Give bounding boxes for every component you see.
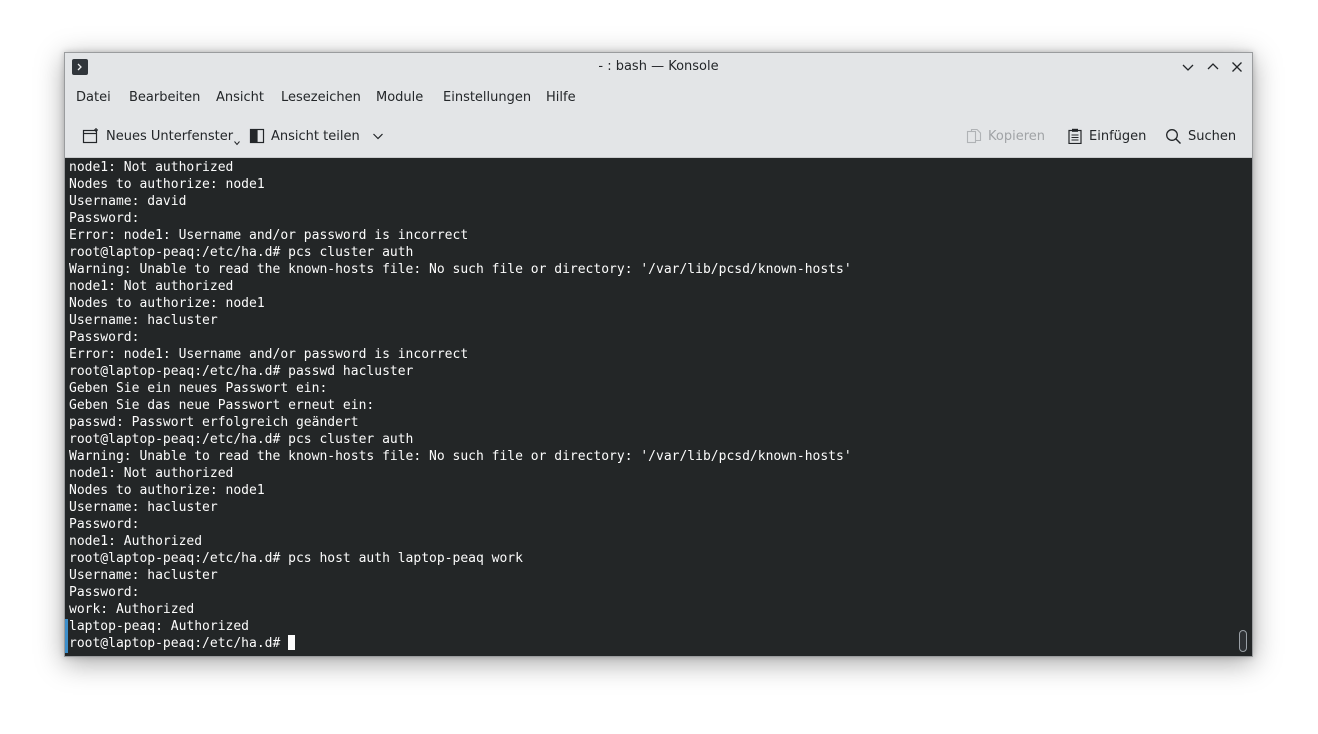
terminal-line: node1: Not authorized — [69, 466, 234, 481]
terminal-line: Error: node1: Username and/or password i… — [69, 347, 469, 362]
text-cursor — [288, 635, 296, 650]
terminal-line: passwd: Passwort erfolgreich geändert — [69, 415, 359, 430]
paste-icon — [1068, 128, 1082, 144]
terminal-line: Error: node1: Username and/or password i… — [69, 228, 469, 243]
new-tab-label: Neues Unterfenster — [106, 128, 234, 144]
terminal-line: Warning: Unable to read the known-hosts … — [69, 262, 852, 277]
terminal-output[interactable]: node1: Not authorized Nodes to authorize:… — [65, 158, 1252, 656]
paste-label: Einfügen — [1089, 128, 1147, 144]
terminal-line: root@laptop-peaq:/etc/ha.d# pcs cluster … — [69, 245, 414, 260]
terminal-line: root@laptop-peaq:/etc/ha.d# pcs host aut… — [69, 551, 523, 566]
toolbar: Neues Unterfenster Ansicht teilen Kopier… — [65, 115, 1252, 158]
terminal-line: Username: hacluster — [69, 568, 218, 583]
new-tab-icon — [82, 128, 98, 144]
terminal-prompt-line: root@laptop-peaq:/etc/ha.d# — [69, 635, 852, 652]
terminal-line: Warning: Unable to read the known-hosts … — [69, 449, 852, 464]
menu-datei[interactable]: Datei — [76, 90, 111, 105]
konsole-window: - : bash — Konsole Datei Bearbeiten Ansi… — [64, 52, 1253, 657]
split-view-button[interactable]: Ansicht teilen — [249, 125, 384, 147]
menu-bearbeiten[interactable]: Bearbeiten — [129, 90, 200, 105]
terminal-line: Geben Sie das neue Passwort erneut ein: — [69, 398, 375, 413]
terminal-line: Username: hacluster — [69, 313, 218, 328]
terminal-line: laptop-peaq: Authorized — [69, 619, 250, 634]
terminal-scrollbar[interactable] — [1239, 630, 1247, 652]
menu-module[interactable]: Module — [376, 90, 423, 105]
terminal-line: root@laptop-peaq:/etc/ha.d# passwd haclu… — [69, 364, 414, 379]
menu-hilfe[interactable]: Hilfe — [546, 90, 576, 105]
close-icon — [1232, 62, 1242, 72]
copy-button[interactable]: Kopieren — [966, 125, 1045, 147]
terminal-line: Username: hacluster — [69, 500, 218, 515]
terminal-line: Password: — [69, 585, 140, 600]
menu-bar: Datei Bearbeiten Ansicht Lesezeichen Mod… — [65, 81, 1252, 115]
terminal-line: node1: Authorized — [69, 534, 203, 549]
search-label: Suchen — [1188, 128, 1237, 144]
window-title: - : bash — Konsole — [598, 59, 719, 74]
terminal-line: Password: — [69, 211, 140, 226]
menu-einstellungen[interactable]: Einstellungen — [443, 90, 531, 105]
title-bar[interactable]: - : bash — Konsole — [65, 53, 1252, 81]
terminal-line: Username: david — [69, 194, 187, 209]
small-chevron-down-icon — [234, 141, 240, 146]
terminal-line: Geben Sie ein neues Passwort ein: — [69, 381, 328, 396]
terminal-lines: node1: Not authorized Nodes to authorize:… — [69, 159, 852, 652]
search-button[interactable]: Suchen — [1165, 125, 1236, 147]
chevron-down-icon — [372, 133, 383, 140]
paste-button[interactable]: Einfügen — [1067, 125, 1146, 147]
search-icon — [1166, 128, 1181, 144]
terminal-line: work: Authorized — [69, 602, 195, 617]
terminal-line: node1: Not authorized — [69, 279, 234, 294]
copy-icon — [966, 128, 982, 144]
terminal-line: node1: Not authorized — [69, 160, 234, 175]
chevron-up-icon — [1207, 63, 1219, 70]
new-tab-button[interactable]: Neues Unterfenster — [82, 125, 240, 147]
terminal-line: root@laptop-peaq:/etc/ha.d# pcs cluster … — [69, 432, 414, 447]
split-view-icon — [249, 128, 265, 144]
maximize-button[interactable] — [1205, 59, 1221, 75]
copy-label: Kopieren — [988, 128, 1045, 144]
terminal-line: Nodes to authorize: node1 — [69, 296, 265, 311]
menu-ansicht[interactable]: Ansicht — [216, 90, 264, 105]
command-marker — [65, 619, 68, 653]
minimize-button[interactable] — [1180, 59, 1196, 75]
close-button[interactable] — [1229, 59, 1245, 75]
split-view-label: Ansicht teilen — [271, 128, 360, 144]
terminal-prompt: root@laptop-peaq:/etc/ha.d# — [69, 636, 289, 651]
chevron-down-icon — [1182, 64, 1194, 71]
terminal-line: Password: — [69, 517, 140, 532]
menu-lesezeichen[interactable]: Lesezeichen — [281, 90, 361, 105]
terminal-line: Nodes to authorize: node1 — [69, 483, 265, 498]
terminal-line: Nodes to authorize: node1 — [69, 177, 265, 192]
terminal-line: Password: — [69, 330, 140, 345]
